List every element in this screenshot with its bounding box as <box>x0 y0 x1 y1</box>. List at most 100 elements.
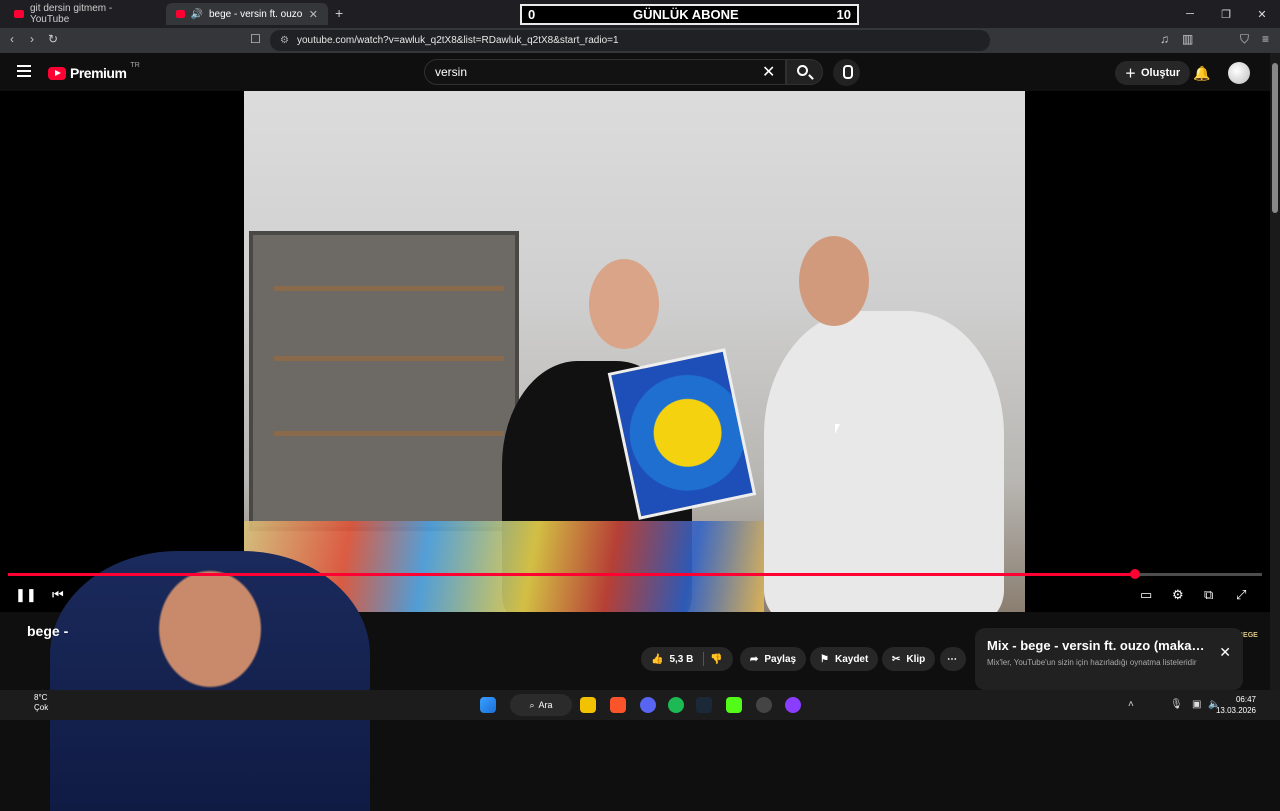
more-icon: ⋯ <box>947 653 957 665</box>
weather-widget[interactable]: 8°C Çok <box>14 693 48 713</box>
clear-search-icon[interactable]: ✕ <box>762 62 775 82</box>
create-label: Oluştur <box>1141 67 1181 79</box>
system-clock[interactable]: 06:47 13.03.2026 <box>1216 694 1256 716</box>
plus-icon: ＋ <box>1125 68 1136 80</box>
scrollbar-thumb[interactable] <box>1272 63 1278 213</box>
counter-right: 10 <box>836 7 851 22</box>
maximize-icon[interactable]: ❐ <box>1208 8 1244 21</box>
window-controls: ─ ❐ ✕ <box>1172 0 1280 28</box>
subscriber-counter-overlay: 0 GÜNLÜK ABONE 10 <box>520 4 859 25</box>
search-input[interactable]: versin <box>424 59 786 85</box>
shield-icon[interactable]: ⛉ <box>1240 32 1249 47</box>
hamburger-menu-icon[interactable] <box>17 65 31 77</box>
search-button[interactable] <box>786 59 823 85</box>
scrollbar[interactable] <box>1270 53 1280 692</box>
bookmark-icon[interactable]: ☐ <box>250 32 261 46</box>
windows-taskbar: 8°C Çok ⌕ Ara ˄ 🎙 ▣ 🔈 06:47 13.03.2026 <box>0 690 1280 720</box>
previous-icon[interactable]: ⏮ <box>52 587 64 603</box>
network-icon[interactable]: ▣ <box>1192 699 1201 710</box>
fullscreen-icon[interactable]: ⤢ <box>1236 587 1246 603</box>
counter-left: 0 <box>528 7 536 22</box>
notifications-bell-icon[interactable]: 🔔 <box>1193 65 1210 82</box>
search-icon: ⌕ <box>529 699 535 710</box>
mix-playlist-card[interactable]: Mix - bege - versin ft. ouzo (makara... … <box>975 628 1243 690</box>
windows-start-icon[interactable] <box>480 697 496 713</box>
mix-subtitle: Mix'ler, YouTube'un sizin için hazırladı… <box>987 658 1197 667</box>
scissors-icon: ✂ <box>892 653 901 665</box>
weather-text: Çok <box>34 703 49 712</box>
menu-icon[interactable]: ≡ <box>1262 32 1269 46</box>
mix-title: Mix - bege - versin ft. ouzo (makara... <box>987 638 1207 653</box>
miniplayer-icon[interactable]: ⧉ <box>1204 587 1213 603</box>
logo-text: Premium <box>70 65 127 81</box>
more-actions-button[interactable]: ⋯ <box>940 647 966 671</box>
voice-search-button[interactable] <box>833 59 860 86</box>
save-button[interactable]: ⚑ Kaydet <box>810 647 879 671</box>
clip-button[interactable]: ✂ Klip <box>882 647 936 671</box>
youtube-header: Premium TR versin ✕ ＋ Oluştur 🔔 <box>0 53 1280 91</box>
mic-icon[interactable]: 🎙 <box>1170 699 1183 710</box>
counter-label: GÜNLÜK ABONE <box>633 7 739 22</box>
region-code: TR <box>130 62 140 69</box>
reload-icon[interactable]: ↻ <box>48 32 58 46</box>
close-icon[interactable]: ✕ <box>1219 644 1231 661</box>
tray-chevron-icon[interactable]: ˄ <box>1128 699 1134 710</box>
discord-icon[interactable] <box>640 697 656 713</box>
media-icon[interactable]: ♫ <box>1160 32 1169 46</box>
spotify-icon[interactable] <box>668 697 684 713</box>
url-text: youtube.com/watch?v=awluk_q2tX8&list=RDa… <box>296 35 619 46</box>
sidebar-icon[interactable]: ▥ <box>1182 32 1193 46</box>
browser-toolbar: ‹ › ↻ ☐ ⚙ youtube.com/watch?v=awluk_q2tX… <box>0 28 1280 53</box>
thumbs-down-icon[interactable]: 👎 <box>710 654 722 665</box>
taskbar-search[interactable]: ⌕ Ara <box>510 694 572 716</box>
video-title: bege - <box>27 623 69 639</box>
video-frame[interactable] <box>244 91 1025 612</box>
avatar[interactable] <box>1228 62 1250 84</box>
address-bar[interactable]: ⚙ youtube.com/watch?v=awluk_q2tX8&list=R… <box>270 30 990 51</box>
minimize-icon[interactable]: ─ <box>1172 8 1208 20</box>
close-window-icon[interactable]: ✕ <box>1244 8 1280 21</box>
tab-active[interactable]: 🔊 bege - versin ft. ouzo (makar… ✕ <box>166 3 328 25</box>
pause-icon[interactable]: ❚❚ <box>15 587 37 603</box>
obs-icon[interactable] <box>785 697 801 713</box>
site-info-icon[interactable]: ⚙ <box>280 35 289 46</box>
shelf <box>274 356 504 361</box>
speaker-icon: 🔊 <box>190 8 203 20</box>
mouse-cursor-icon <box>835 424 840 434</box>
clock-time: 06:47 <box>1235 695 1256 704</box>
brave-browser-icon[interactable] <box>610 697 626 713</box>
steam-icon[interactable] <box>696 697 712 713</box>
settings-gear-icon[interactable]: ⚙ <box>1172 587 1184 603</box>
save-label: Kaydet <box>834 653 869 665</box>
new-tab-button[interactable]: + <box>335 5 343 21</box>
like-button[interactable]: 👍 5,3 B 👎 <box>641 647 733 671</box>
cabinet <box>249 231 519 531</box>
taskbar-search-label: Ara <box>538 700 553 710</box>
face-left <box>589 259 659 349</box>
video-player[interactable]: BEGE <box>0 91 1270 811</box>
progress-fill <box>8 573 1136 576</box>
weather-temp: 8°C <box>34 693 48 702</box>
file-explorer-icon[interactable] <box>580 697 596 713</box>
search-value: versin <box>435 65 468 79</box>
shelf <box>274 286 504 291</box>
progress-bar[interactable] <box>8 569 1262 579</box>
tab-inactive[interactable]: git dersin gitmem - YouTube <box>4 3 164 25</box>
subtitles-icon[interactable]: ▭ <box>1140 587 1152 603</box>
youtube-premium-logo[interactable]: Premium TR <box>48 62 140 81</box>
share-label: Paylaş <box>764 653 797 665</box>
forward-icon[interactable]: › <box>30 32 34 46</box>
tab-title: bege - versin ft. ouzo (makar… <box>208 8 303 20</box>
share-button[interactable]: ➦ Paylaş <box>740 647 807 671</box>
create-button[interactable]: ＋ Oluştur <box>1115 61 1191 85</box>
back-icon[interactable]: ‹ <box>10 32 14 46</box>
clip-label: Klip <box>906 653 926 665</box>
face-right <box>799 236 869 326</box>
tab-title: git dersin gitmem - YouTube <box>29 3 113 25</box>
streamer-webcam-overlay <box>50 551 370 811</box>
app-icon[interactable] <box>756 697 772 713</box>
kick-icon[interactable] <box>726 697 742 713</box>
close-tab-icon[interactable]: ✕ <box>309 8 318 21</box>
youtube-play-icon <box>48 66 66 80</box>
bookmark-icon: ⚑ <box>820 653 829 665</box>
